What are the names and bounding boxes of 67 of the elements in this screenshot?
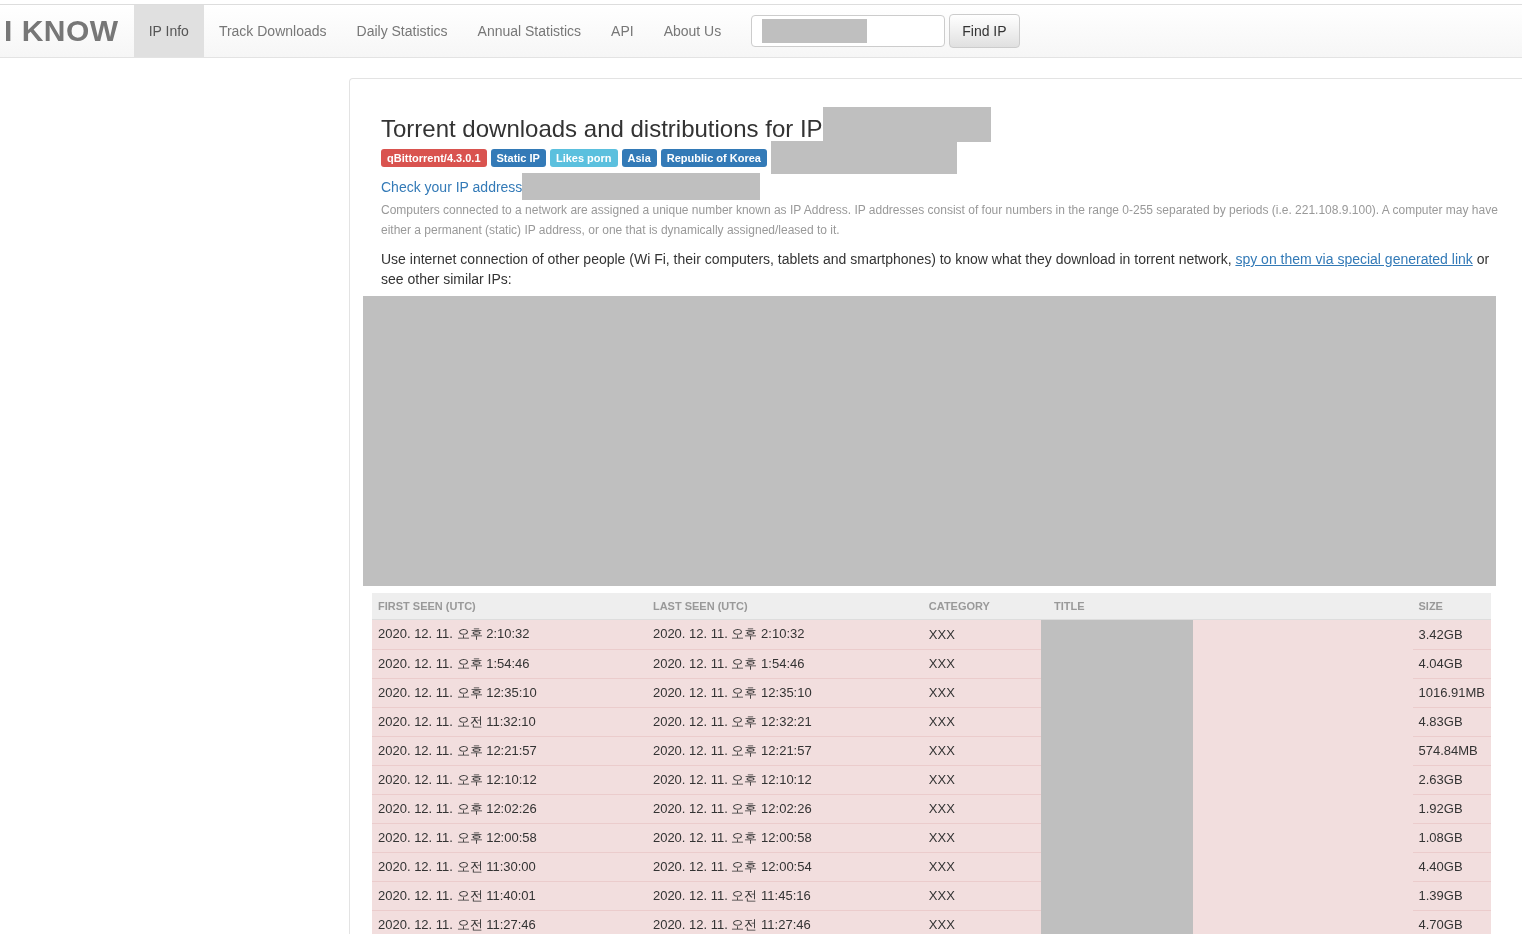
tag-label: Likes porn bbox=[549, 149, 618, 167]
table-cell: 2020. 12. 11. 오후 12:10:12 bbox=[372, 765, 647, 794]
table-cell: 2020. 12. 11. 오전 11:30:00 bbox=[372, 852, 647, 881]
table-cell: 2020. 12. 11. 오전 11:32:10 bbox=[372, 707, 647, 736]
table-cell: 4.40GB bbox=[1412, 852, 1491, 881]
table-cell: 574.84MB bbox=[1412, 736, 1491, 765]
table-cell: 2020. 12. 11. 오후 12:00:58 bbox=[372, 823, 647, 852]
table-cell: XXX bbox=[922, 736, 1042, 765]
table-cell: 1.39GB bbox=[1412, 881, 1491, 910]
table-cell: XXX bbox=[922, 765, 1042, 794]
nav-tab[interactable]: Daily Statistics bbox=[341, 5, 463, 57]
brand-logo[interactable]: I KNOW bbox=[0, 14, 134, 48]
table-cell: 2020. 12. 11. 오후 12:35:10 bbox=[372, 678, 647, 707]
tag-label: qBittorrent/4.3.0.1 bbox=[381, 149, 487, 167]
column-header: LAST SEEN (UTC) bbox=[646, 593, 923, 620]
table-cell: 4.04GB bbox=[1412, 649, 1491, 678]
table-cell: 1016.91MB bbox=[1412, 678, 1491, 707]
table-cell: XXX bbox=[922, 823, 1042, 852]
table-cell: 2020. 12. 11. 오후 12:21:57 bbox=[372, 736, 647, 765]
spy-link[interactable]: spy on them via special generated link bbox=[1235, 251, 1473, 267]
table-cell: 2020. 12. 11. 오후 12:32:21 bbox=[646, 707, 923, 736]
table-cell: XXX bbox=[922, 910, 1042, 934]
table-cell: 2.63GB bbox=[1412, 765, 1491, 794]
intro-paragraph: Use internet connection of other people (Wi Fi, their computers, tablets and smartphones) to know what they download in torrent network, spy on them via special generated link or see other similar IPs: bbox=[381, 250, 1491, 289]
table-cell: 2020. 12. 11. 오후 12:21:57 bbox=[646, 736, 923, 765]
nav-tab[interactable]: Track Downloads bbox=[203, 5, 342, 57]
table-cell: 2020. 12. 11. 오후 12:10:12 bbox=[646, 765, 923, 794]
table-cell: 1.92GB bbox=[1412, 794, 1491, 823]
table-cell: 2020. 12. 11. 오후 1:54:46 bbox=[372, 649, 647, 678]
table-cell: 2020. 12. 11. 오후 2:10:32 bbox=[372, 619, 647, 649]
table-cell: 2020. 12. 11. 오전 11:40:01 bbox=[372, 881, 647, 910]
table-cell: 2020. 12. 11. 오전 11:27:46 bbox=[372, 910, 647, 934]
table-cell: 2020. 12. 11. 오후 1:54:46 bbox=[646, 649, 923, 678]
table-cell: 2020. 12. 11. 오후 12:00:54 bbox=[646, 852, 923, 881]
search-field[interactable] bbox=[751, 15, 946, 47]
table-cell: XXX bbox=[922, 619, 1042, 649]
page-heading: Torrent downloads and distributions for IP bbox=[381, 115, 823, 143]
column-header: TITLE bbox=[1041, 593, 1413, 620]
table-cell: XXX bbox=[922, 881, 1042, 910]
table-cell: 4.83GB bbox=[1412, 707, 1491, 736]
table-cell: 2020. 12. 11. 오전 11:45:16 bbox=[646, 881, 923, 910]
column-header: FIRST SEEN (UTC) bbox=[372, 593, 647, 620]
table-cell: 2020. 12. 11. 오후 12:02:26 bbox=[646, 794, 923, 823]
column-header: CATEGORY bbox=[922, 593, 1042, 620]
tag-label: Static IP bbox=[490, 149, 546, 167]
table-cell: 2020. 12. 11. 오후 2:10:32 bbox=[646, 619, 923, 649]
find-ip-button[interactable]: Find IP bbox=[949, 14, 1020, 48]
table-cell: XXX bbox=[922, 852, 1042, 881]
column-header: SIZE bbox=[1412, 593, 1491, 620]
table-cell: 2020. 12. 11. 오후 12:00:58 bbox=[646, 823, 923, 852]
nav-tab[interactable]: API bbox=[596, 5, 649, 57]
table-cell: XXX bbox=[922, 649, 1042, 678]
table-cell: XXX bbox=[922, 707, 1042, 736]
nav-tab[interactable]: IP Info bbox=[133, 5, 204, 57]
table-cell: 2020. 12. 11. 오후 12:35:10 bbox=[646, 678, 923, 707]
table-cell: 1.08GB bbox=[1412, 823, 1491, 852]
table-cell: 2020. 12. 11. 오후 12:02:26 bbox=[372, 794, 647, 823]
tag-label: Republic of Korea bbox=[660, 149, 767, 167]
ip-explanation-text: Computers connected to a network are assigned a unique number known as IP Address. IP addresses consist of four numbers in the range 0-255 separated by periods (i.e. 221.108.9.100). A computer may have either a permanent (static) IP address, or one that is dynamically assigned/leased to it. bbox=[381, 202, 1499, 239]
table-cell: XXX bbox=[922, 678, 1042, 707]
nav-tab[interactable]: Annual Statistics bbox=[462, 5, 597, 57]
nav-tab[interactable]: About Us bbox=[648, 5, 737, 57]
table-cell: 3.42GB bbox=[1412, 619, 1491, 649]
table-cell: XXX bbox=[922, 794, 1042, 823]
check-ip-link[interactable]: Check your IP address bbox=[381, 179, 523, 195]
table-cell: 2020. 12. 11. 오전 11:27:46 bbox=[646, 910, 923, 934]
tag-label: Asia bbox=[621, 149, 657, 167]
